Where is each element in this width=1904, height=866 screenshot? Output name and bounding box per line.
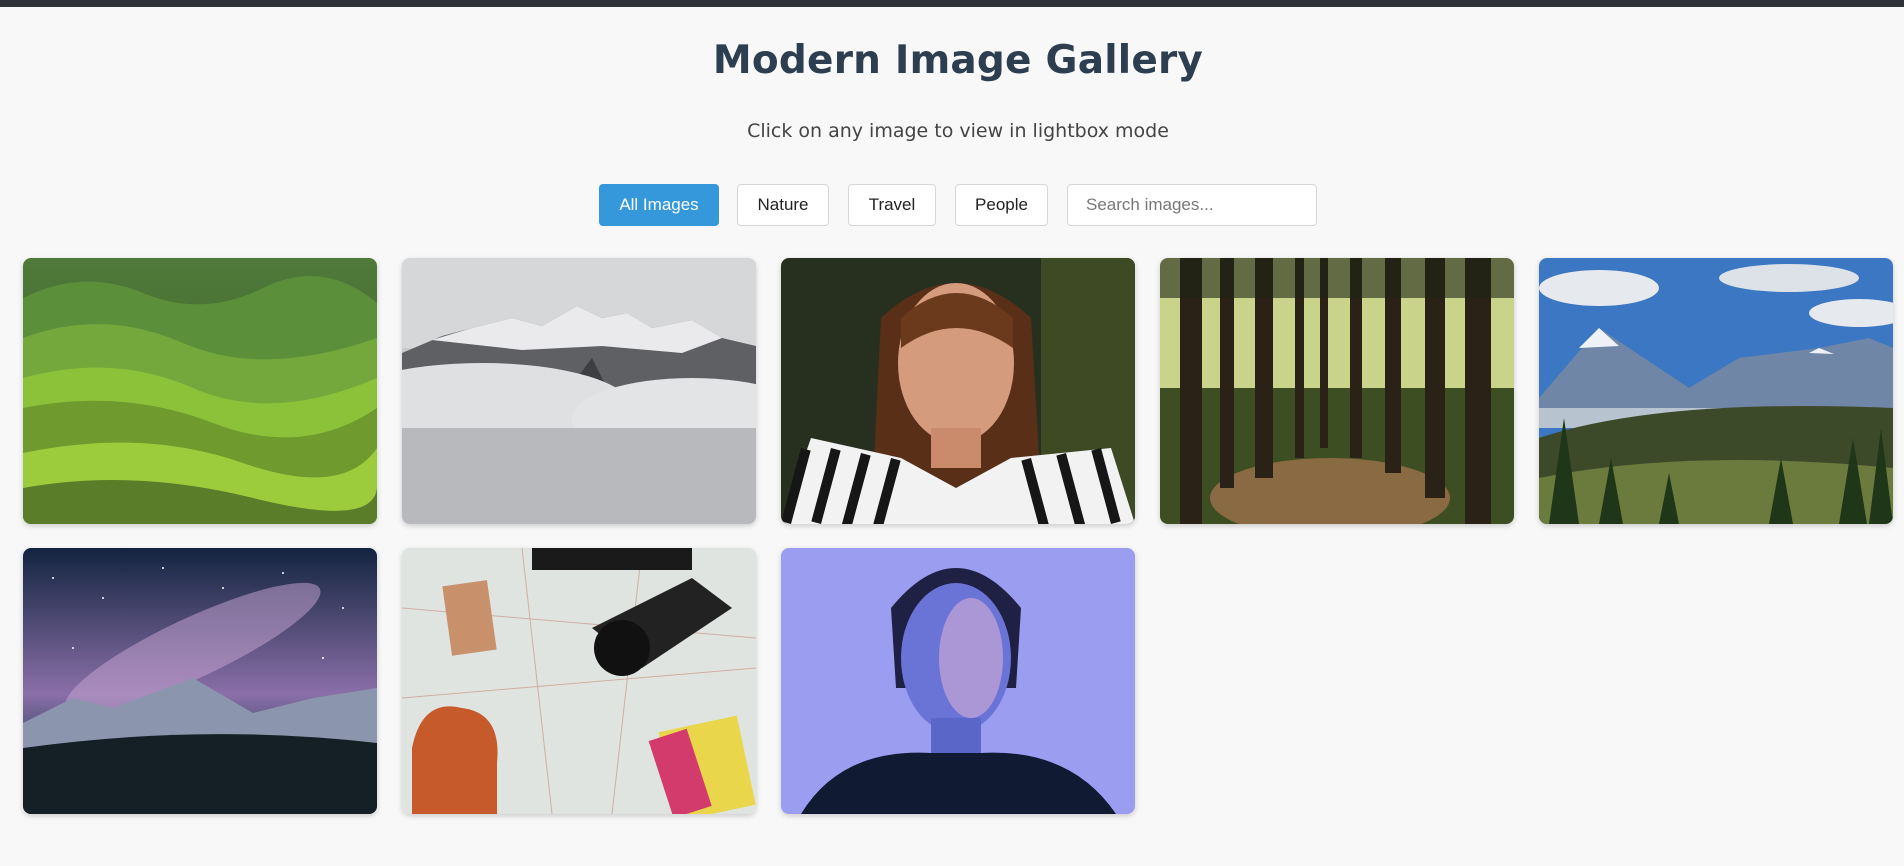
gallery-image-snowy-mountain[interactable] — [402, 258, 756, 524]
filter-nature-button[interactable]: Nature — [737, 184, 829, 226]
snowy-mountain-image — [402, 258, 756, 524]
filter-bar: All Images Nature Travel People — [0, 184, 1904, 226]
forest-image — [1160, 258, 1514, 524]
gallery-image-travel-flatlay[interactable] — [402, 548, 756, 814]
gallery-image-blue-portrait[interactable] — [781, 548, 1135, 814]
travel-flatlay-image — [402, 548, 756, 814]
window-top-bar — [0, 0, 1904, 7]
portrait-woman-image — [781, 258, 1135, 524]
gallery-image-portrait-woman[interactable] — [781, 258, 1135, 524]
filter-people-button[interactable]: People — [955, 184, 1048, 226]
gallery-image-mountain-valley[interactable] — [1539, 258, 1893, 524]
filter-all-button[interactable]: All Images — [599, 184, 719, 226]
mountain-valley-image — [1539, 258, 1893, 524]
starry-night-image — [23, 548, 377, 814]
filter-travel-button[interactable]: Travel — [848, 184, 936, 226]
gallery-image-hills[interactable] — [23, 258, 377, 524]
page-subtitle: Click on any image to view in lightbox m… — [747, 120, 1169, 142]
search-input[interactable] — [1067, 184, 1317, 226]
hills-image — [23, 258, 377, 524]
page-title: Modern Image Gallery — [712, 38, 1204, 83]
gallery-image-starry-night[interactable] — [23, 548, 377, 814]
gallery-image-forest[interactable] — [1160, 258, 1514, 524]
blue-portrait-image — [781, 548, 1135, 814]
